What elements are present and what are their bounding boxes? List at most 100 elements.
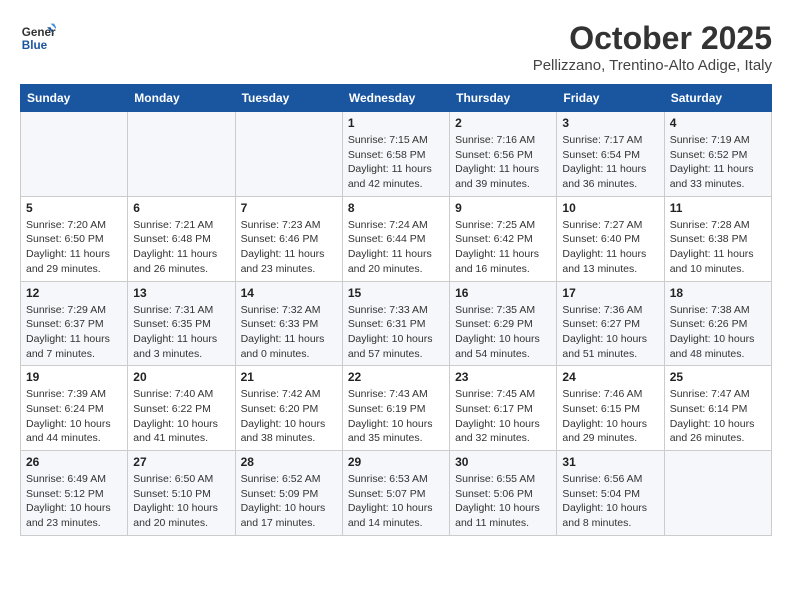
logo: General Blue	[20, 20, 56, 56]
day-number: 23	[455, 370, 551, 384]
day-number: 4	[670, 116, 766, 130]
day-number: 18	[670, 286, 766, 300]
page-header: General Blue October 2025 Pellizzano, Tr…	[20, 20, 772, 74]
day-number: 1	[348, 116, 444, 130]
day-number: 22	[348, 370, 444, 384]
day-cell-16: 16 Sunrise: 7:35 AMSunset: 6:29 PMDayligh…	[450, 281, 557, 366]
day-cell-15: 15 Sunrise: 7:33 AMSunset: 6:31 PMDayligh…	[342, 281, 449, 366]
day-info: Sunrise: 7:43 AMSunset: 6:19 PMDaylight:…	[348, 387, 444, 446]
day-info: Sunrise: 7:20 AMSunset: 6:50 PMDaylight:…	[26, 218, 122, 277]
day-number: 20	[133, 370, 229, 384]
day-info: Sunrise: 7:35 AMSunset: 6:29 PMDaylight:…	[455, 303, 551, 362]
day-header-sunday: Sunday	[21, 85, 128, 112]
days-header-row: SundayMondayTuesdayWednesdayThursdayFrid…	[21, 85, 772, 112]
day-number: 15	[348, 286, 444, 300]
day-cell-1: 1 Sunrise: 7:15 AMSunset: 6:58 PMDaylight…	[342, 112, 449, 197]
day-cell-19: 19 Sunrise: 7:39 AMSunset: 6:24 PMDayligh…	[21, 366, 128, 451]
day-info: Sunrise: 7:17 AMSunset: 6:54 PMDaylight:…	[562, 133, 658, 192]
day-header-friday: Friday	[557, 85, 664, 112]
day-cell-7: 7 Sunrise: 7:23 AMSunset: 6:46 PMDaylight…	[235, 196, 342, 281]
day-cell-31: 31Sunrise: 6:56 AMSunset: 5:04 PMDayligh…	[557, 451, 664, 536]
day-info: Sunrise: 7:36 AMSunset: 6:27 PMDaylight:…	[562, 303, 658, 362]
title-block: October 2025 Pellizzano, Trentino-Alto A…	[533, 20, 772, 74]
day-number: 30	[455, 455, 551, 469]
day-cell-23: 23 Sunrise: 7:45 AMSunset: 6:17 PMDayligh…	[450, 366, 557, 451]
day-info: Sunrise: 7:25 AMSunset: 6:42 PMDaylight:…	[455, 218, 551, 277]
day-info: Sunrise: 7:38 AMSunset: 6:26 PMDaylight:…	[670, 303, 766, 362]
day-info: Sunrise: 7:23 AMSunset: 6:46 PMDaylight:…	[241, 218, 337, 277]
day-cell-8: 8Sunrise: 7:24 AMSunset: 6:44 PMDaylight…	[342, 196, 449, 281]
day-cell-13: 13 Sunrise: 7:31 AMSunset: 6:35 PMDayligh…	[128, 281, 235, 366]
empty-cell	[21, 112, 128, 197]
empty-cell	[664, 451, 771, 536]
month-title: October 2025	[533, 20, 772, 57]
day-info: Sunrise: 6:50 AMSunset: 5:10 PMDaylight:…	[133, 472, 229, 531]
day-number: 16	[455, 286, 551, 300]
day-info: Sunrise: 7:28 AMSunset: 6:38 PMDaylight:…	[670, 218, 766, 277]
day-number: 28	[241, 455, 337, 469]
day-info: Sunrise: 7:33 AMSunset: 6:31 PMDaylight:…	[348, 303, 444, 362]
day-cell-10: 10Sunrise: 7:27 AMSunset: 6:40 PMDayligh…	[557, 196, 664, 281]
day-cell-22: 22 Sunrise: 7:43 AMSunset: 6:19 PMDayligh…	[342, 366, 449, 451]
day-info: Sunrise: 7:46 AMSunset: 6:15 PMDaylight:…	[562, 387, 658, 446]
day-number: 31	[562, 455, 658, 469]
day-header-saturday: Saturday	[664, 85, 771, 112]
day-number: 2	[455, 116, 551, 130]
day-cell-12: 12 Sunrise: 7:29 AMSunset: 6:37 PMDayligh…	[21, 281, 128, 366]
day-info: Sunrise: 7:31 AMSunset: 6:35 PMDaylight:…	[133, 303, 229, 362]
day-cell-25: 25 Sunrise: 7:47 AMSunset: 6:14 PMDayligh…	[664, 366, 771, 451]
day-cell-20: 20 Sunrise: 7:40 AMSunset: 6:22 PMDayligh…	[128, 366, 235, 451]
day-info: Sunrise: 7:27 AMSunset: 6:40 PMDaylight:…	[562, 218, 658, 277]
day-number: 12	[26, 286, 122, 300]
day-info: Sunrise: 7:45 AMSunset: 6:17 PMDaylight:…	[455, 387, 551, 446]
day-header-tuesday: Tuesday	[235, 85, 342, 112]
empty-cell	[235, 112, 342, 197]
day-number: 8	[348, 201, 444, 215]
day-info: Sunrise: 6:55 AMSunset: 5:06 PMDaylight:…	[455, 472, 551, 531]
week-row-4: 19 Sunrise: 7:39 AMSunset: 6:24 PMDayligh…	[21, 366, 772, 451]
day-number: 26	[26, 455, 122, 469]
day-cell-6: 6Sunrise: 7:21 AMSunset: 6:48 PMDaylight…	[128, 196, 235, 281]
day-info: Sunrise: 7:15 AMSunset: 6:58 PMDaylight:…	[348, 133, 444, 192]
day-info: Sunrise: 7:39 AMSunset: 6:24 PMDaylight:…	[26, 387, 122, 446]
day-info: Sunrise: 7:29 AMSunset: 6:37 PMDaylight:…	[26, 303, 122, 362]
day-info: Sunrise: 6:52 AMSunset: 5:09 PMDaylight:…	[241, 472, 337, 531]
day-number: 13	[133, 286, 229, 300]
day-cell-4: 4Sunrise: 7:19 AMSunset: 6:52 PMDaylight…	[664, 112, 771, 197]
day-info: Sunrise: 7:16 AMSunset: 6:56 PMDaylight:…	[455, 133, 551, 192]
week-row-2: 5Sunrise: 7:20 AMSunset: 6:50 PMDaylight…	[21, 196, 772, 281]
day-cell-17: 17 Sunrise: 7:36 AMSunset: 6:27 PMDayligh…	[557, 281, 664, 366]
day-number: 14	[241, 286, 337, 300]
day-number: 24	[562, 370, 658, 384]
day-cell-29: 29 Sunrise: 6:53 AMSunset: 5:07 PMDayligh…	[342, 451, 449, 536]
day-info: Sunrise: 7:47 AMSunset: 6:14 PMDaylight:…	[670, 387, 766, 446]
day-number: 29	[348, 455, 444, 469]
day-cell-9: 9 Sunrise: 7:25 AMSunset: 6:42 PMDaylight…	[450, 196, 557, 281]
day-cell-28: 28 Sunrise: 6:52 AMSunset: 5:09 PMDayligh…	[235, 451, 342, 536]
day-number: 25	[670, 370, 766, 384]
day-number: 9	[455, 201, 551, 215]
day-number: 21	[241, 370, 337, 384]
day-info: Sunrise: 6:49 AMSunset: 5:12 PMDaylight:…	[26, 472, 122, 531]
day-header-wednesday: Wednesday	[342, 85, 449, 112]
day-cell-24: 24 Sunrise: 7:46 AMSunset: 6:15 PMDayligh…	[557, 366, 664, 451]
day-info: Sunrise: 7:40 AMSunset: 6:22 PMDaylight:…	[133, 387, 229, 446]
day-number: 11	[670, 201, 766, 215]
calendar-table: SundayMondayTuesdayWednesdayThursdayFrid…	[20, 84, 772, 536]
day-cell-5: 5Sunrise: 7:20 AMSunset: 6:50 PMDaylight…	[21, 196, 128, 281]
day-cell-26: 26 Sunrise: 6:49 AMSunset: 5:12 PMDayligh…	[21, 451, 128, 536]
logo-icon: General Blue	[20, 20, 56, 56]
svg-text:Blue: Blue	[22, 39, 48, 52]
day-number: 19	[26, 370, 122, 384]
day-number: 7	[241, 201, 337, 215]
day-info: Sunrise: 6:53 AMSunset: 5:07 PMDaylight:…	[348, 472, 444, 531]
day-number: 27	[133, 455, 229, 469]
day-info: Sunrise: 7:32 AMSunset: 6:33 PMDaylight:…	[241, 303, 337, 362]
day-number: 17	[562, 286, 658, 300]
location: Pellizzano, Trentino-Alto Adige, Italy	[533, 57, 772, 74]
day-info: Sunrise: 7:42 AMSunset: 6:20 PMDaylight:…	[241, 387, 337, 446]
week-row-3: 12 Sunrise: 7:29 AMSunset: 6:37 PMDayligh…	[21, 281, 772, 366]
day-cell-30: 30 Sunrise: 6:55 AMSunset: 5:06 PMDayligh…	[450, 451, 557, 536]
day-cell-27: 27 Sunrise: 6:50 AMSunset: 5:10 PMDayligh…	[128, 451, 235, 536]
day-cell-14: 14 Sunrise: 7:32 AMSunset: 6:33 PMDayligh…	[235, 281, 342, 366]
